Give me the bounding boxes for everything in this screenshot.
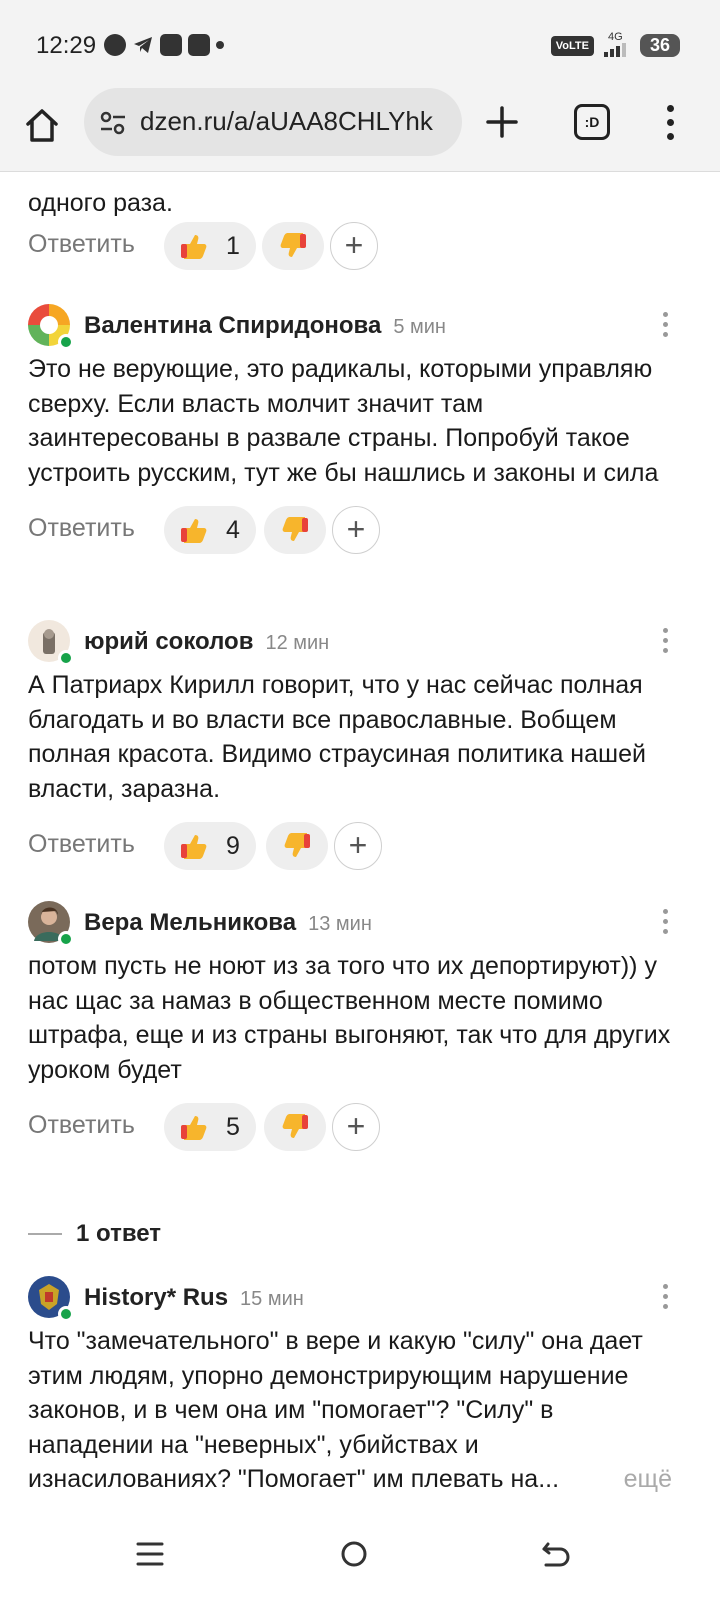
status-time: 12:29 xyxy=(36,32,97,59)
online-indicator xyxy=(58,931,74,947)
comment-text: А Патриарх Кирилл говорит, что у нас сей… xyxy=(28,671,646,803)
home-nav-button[interactable] xyxy=(330,1530,378,1578)
read-more-link[interactable]: ещё xyxy=(619,1461,672,1496)
menu-icon xyxy=(136,1542,164,1566)
plus-icon xyxy=(486,106,518,138)
like-count: 9 xyxy=(226,831,240,860)
comment-author[interactable]: юрий соколов 12 мин xyxy=(84,628,329,656)
browser-toolbar: dzen.ru/a/aUAA8CHLYhk :D xyxy=(0,88,720,172)
dislike-button[interactable] xyxy=(264,506,326,554)
avatar[interactable] xyxy=(28,620,74,666)
browser-menu-button[interactable] xyxy=(660,102,680,142)
add-reaction-button[interactable]: + xyxy=(332,1103,380,1151)
replies-divider xyxy=(28,1233,62,1235)
home-circle-icon xyxy=(341,1541,367,1567)
like-button[interactable]: 1 xyxy=(164,222,256,270)
reply-button[interactable]: Ответить xyxy=(28,514,135,543)
thumbs-up-icon xyxy=(181,235,207,259)
comment-menu-button[interactable] xyxy=(660,1284,670,1314)
home-button[interactable] xyxy=(22,106,62,146)
thumbs-down-icon xyxy=(284,833,310,857)
back-icon xyxy=(542,1542,570,1567)
reply-button[interactable]: Ответить xyxy=(28,1111,135,1140)
show-replies-button[interactable]: 1 ответ xyxy=(28,1220,161,1248)
comment-menu-button[interactable] xyxy=(660,312,670,342)
comment-author[interactable]: Вера Мельникова 13 мин xyxy=(84,909,372,937)
back-button[interactable] xyxy=(532,1530,580,1578)
like-button[interactable]: 9 xyxy=(164,822,256,870)
site-settings-icon[interactable] xyxy=(98,108,128,138)
thumbs-down-icon xyxy=(282,1114,308,1138)
reply-button[interactable]: Ответить xyxy=(28,830,135,859)
system-nav-bar xyxy=(0,1508,720,1600)
comment-time: 15 мин xyxy=(240,1288,304,1310)
address-bar[interactable]: dzen.ru/a/aUAA8CHLYhk xyxy=(84,88,462,156)
comment-text: Что "замечательного" в вере и какую "сил… xyxy=(28,1324,678,1496)
heart-app-icon xyxy=(188,34,210,56)
comment-text: Это не верующие, это радикалы, которыми … xyxy=(28,355,659,487)
thumbs-up-icon xyxy=(181,1116,207,1140)
thumbs-down-icon xyxy=(280,233,306,257)
add-reaction-button[interactable]: + xyxy=(330,222,378,270)
dislike-button[interactable] xyxy=(266,822,328,870)
like-count: 5 xyxy=(226,1112,240,1141)
comment-item: Вера Мельникова 13 мин потом пусть не ною… xyxy=(0,901,720,1151)
comment-text: ​ одного раза. xyxy=(28,189,173,217)
avatar[interactable] xyxy=(28,304,74,350)
online-indicator xyxy=(58,1306,74,1322)
more-notifications-icon xyxy=(216,41,224,49)
online-indicator xyxy=(58,650,74,666)
comment-author[interactable]: History* Rus 15 мин xyxy=(84,1284,304,1312)
comment-time: 13 мин xyxy=(308,913,372,935)
comment-time: 5 мин xyxy=(393,316,446,338)
status-right: VoLTE 4G 36 xyxy=(550,31,680,57)
dislike-button[interactable] xyxy=(264,1103,326,1151)
comment-menu-button[interactable] xyxy=(660,628,670,658)
notification-icons xyxy=(104,34,224,56)
comment-item: юрий соколов 12 мин А Патриарх Кирилл гов… xyxy=(0,620,720,870)
comment-text: потом пусть не ноют из за того что их де… xyxy=(28,952,671,1084)
home-icon xyxy=(26,109,58,142)
comments-feed[interactable]: ​ одного раза. Ответить 1 + xyxy=(0,172,720,1508)
thumbs-up-icon xyxy=(181,519,207,543)
comment-menu-button[interactable] xyxy=(660,909,670,939)
online-indicator xyxy=(58,334,74,350)
like-count: 1 xyxy=(226,231,240,260)
status-bar: 12:29 VoLTE 4G 36 xyxy=(0,0,720,88)
avatar[interactable] xyxy=(28,1276,74,1322)
replies-count[interactable]: 1 ответ xyxy=(76,1220,161,1248)
add-reaction-button[interactable]: + xyxy=(332,506,380,554)
add-reaction-button[interactable]: + xyxy=(334,822,382,870)
volte-icon: VoLTE xyxy=(550,35,594,56)
thumbs-up-icon xyxy=(181,835,207,859)
recent-apps-button[interactable] xyxy=(126,1530,174,1578)
battery-icon: 36 xyxy=(639,34,680,57)
comment-time: 12 мин xyxy=(265,632,330,654)
like-count: 4 xyxy=(226,515,240,544)
signal-icon: 4G xyxy=(603,31,630,57)
avatar[interactable] xyxy=(28,901,74,947)
thumbs-down-icon xyxy=(282,517,308,541)
like-button[interactable]: 4 xyxy=(164,506,256,554)
app-icon xyxy=(160,34,182,56)
dislike-button[interactable] xyxy=(262,222,324,270)
telegram-icon xyxy=(132,34,154,56)
comment-item: History* Rus 15 мин Что "замечательного" … xyxy=(0,1276,720,1496)
reply-button[interactable]: Ответить xyxy=(28,230,135,259)
url-text[interactable]: dzen.ru/a/aUAA8CHLYhk xyxy=(140,106,433,137)
comment-actions-partial: Ответить 1 + xyxy=(0,222,720,270)
like-button[interactable]: 5 xyxy=(164,1103,256,1151)
new-tab-button[interactable] xyxy=(482,102,522,142)
tab-switcher-button[interactable]: :D xyxy=(574,104,610,140)
chat-icon xyxy=(104,34,126,56)
comment-author[interactable]: Валентина Спиридонова 5 мин xyxy=(84,312,446,340)
comment-item: Валентина Спиридонова 5 мин Это не верующ… xyxy=(0,304,720,554)
